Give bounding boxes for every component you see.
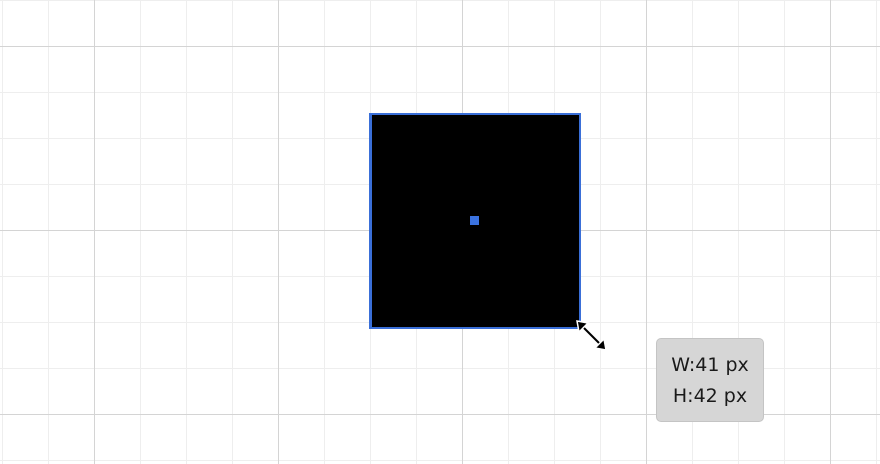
height-readout: H:42 px	[672, 385, 748, 407]
size-tooltip: W:41 px H:42 px	[656, 338, 764, 422]
resize-diagonal-icon	[576, 320, 607, 351]
width-readout: W:41 px	[671, 354, 749, 376]
center-handle[interactable]	[470, 216, 479, 225]
drawing-canvas[interactable]: W:41 px H:42 px	[0, 0, 880, 464]
